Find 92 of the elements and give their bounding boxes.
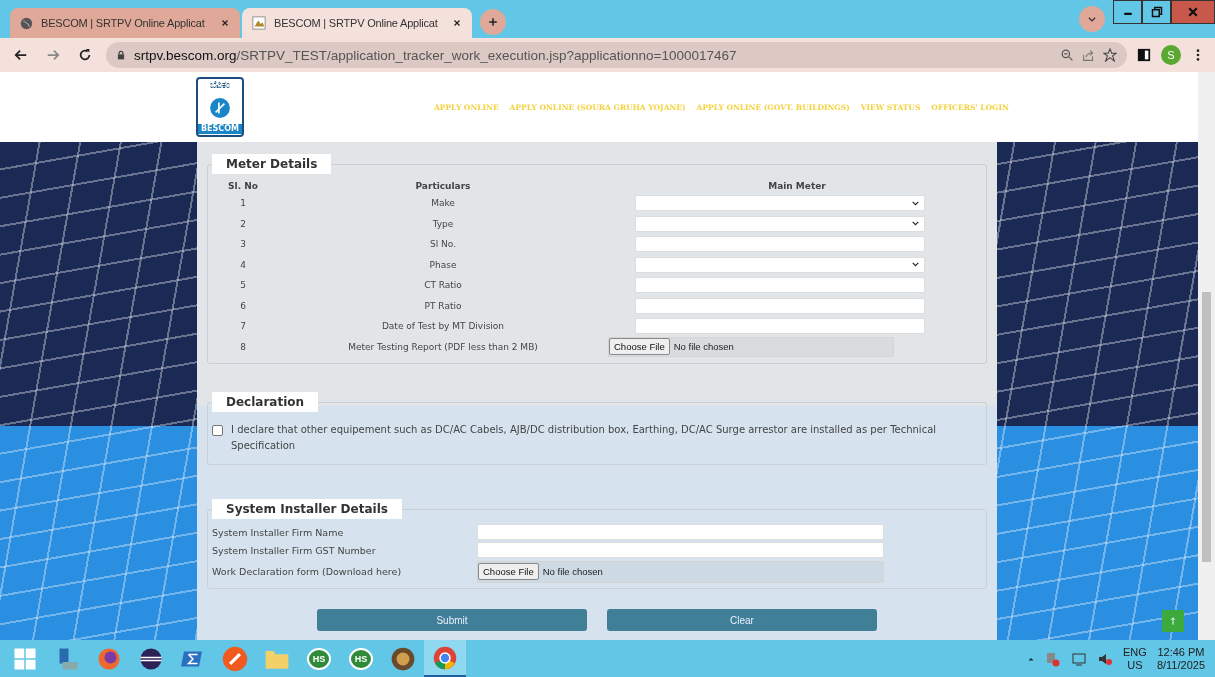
text-field[interactable] <box>635 297 925 314</box>
fox-globe-icon <box>97 646 121 671</box>
form-button[interactable]: Clear <box>607 609 877 631</box>
pen-icon <box>222 645 248 672</box>
round-browser-icon <box>433 645 457 670</box>
site-logo[interactable]: ಬೆವಿಕಂ BESCOM <box>196 77 244 137</box>
taskbar-app[interactable]: HS <box>340 640 382 677</box>
taskbar-app[interactable]: HS <box>298 640 340 677</box>
text-field[interactable] <box>635 236 925 253</box>
address-bar[interactable]: srtpv.bescom.org/SRTPV_TEST/application_tracker_work_execution.jsp?applicationno=1000017467 <box>106 42 1127 68</box>
particular-label: Type <box>432 218 454 229</box>
chevron-down-icon <box>1087 14 1097 24</box>
zoom-out-icon <box>1061 48 1074 62</box>
section-title: System Installer Details <box>212 499 402 519</box>
text-field[interactable] <box>635 318 925 335</box>
language-indicator[interactable]: ENG <box>1123 645 1147 659</box>
close-icon <box>1187 6 1199 18</box>
text-field[interactable] <box>477 524 884 540</box>
tab-search-button[interactable] <box>1079 6 1105 32</box>
forward-arrow-icon <box>46 48 60 62</box>
hs-app-icon: HS <box>307 647 331 670</box>
field-label: System Installer Firm GST Number <box>212 544 377 556</box>
gear-icon <box>390 645 416 672</box>
up-arrow-icon <box>1168 616 1178 626</box>
choose-file-button[interactable]: Choose File <box>609 338 670 356</box>
file-status: No file chosen <box>542 566 603 577</box>
windows-logo-icon <box>13 646 37 671</box>
row-number: 5 <box>240 280 246 291</box>
close-icon <box>220 18 230 28</box>
row-number: 6 <box>240 300 246 311</box>
field-label: System Installer Firm Name <box>212 526 345 538</box>
dropdown-field[interactable] <box>635 215 925 232</box>
lock-icon <box>116 50 126 60</box>
side-panel-icon <box>1137 48 1151 62</box>
row-number: 7 <box>240 321 246 332</box>
tab-title: BESCOM | SRTPV Online Applicat <box>41 17 206 29</box>
column-header: Particulars <box>414 180 472 193</box>
network-icon <box>1045 650 1062 667</box>
dark-sphere-icon <box>139 646 163 671</box>
column-header: Main Meter <box>767 180 827 193</box>
row-number: 4 <box>240 259 246 270</box>
dropdown-field[interactable] <box>635 195 925 212</box>
declaration-text: I declare that other equipement such as DC/AC Cabels, AJB/DC distribution box, Earthing, DC/AC Surge arrestor are installed as per Technical Specification <box>231 423 938 453</box>
b-emblem-icon <box>209 96 231 119</box>
particular-label: Date of Test by MT Division <box>381 321 505 332</box>
scrollbar[interactable] <box>1198 72 1215 640</box>
section-title: Meter Details <box>212 154 332 174</box>
star-icon <box>1103 48 1117 62</box>
plus-icon <box>487 16 499 28</box>
device-icon <box>1071 650 1088 667</box>
dropdown-field[interactable] <box>635 256 925 273</box>
particular-label: PT Ratio <box>424 300 462 311</box>
clock-time[interactable]: 12:46 PM <box>1157 645 1205 659</box>
new-tab-button[interactable] <box>480 9 506 35</box>
keyboard-region[interactable]: US <box>1127 658 1143 672</box>
section-title: Declaration <box>212 392 319 412</box>
chevron-down-icon <box>911 219 920 229</box>
hs-app-icon: HS <box>349 647 373 670</box>
file-status: No file chosen <box>673 341 734 353</box>
text-field[interactable] <box>635 277 925 294</box>
back-arrow-icon <box>14 48 28 62</box>
reload-icon <box>78 48 92 62</box>
row-number: 2 <box>240 218 246 229</box>
row-number: 1 <box>240 198 246 209</box>
field-label: Work Declaration form (Download here) <box>212 566 403 577</box>
browser-tab[interactable]: BESCOM | SRTPV Online Applicat <box>10 8 240 38</box>
form-button[interactable]: Submit <box>317 609 587 631</box>
restore-button[interactable] <box>1142 0 1171 24</box>
particular-label: Sl No. <box>430 239 456 250</box>
close-icon <box>452 18 462 28</box>
particular-label: Meter Testing Report (PDF less than 2 MB) <box>348 341 538 352</box>
row-number: 3 <box>240 239 246 250</box>
tab-title: BESCOM | SRTPV Online Applicat <box>274 17 439 29</box>
particular-label: CT Ratio <box>424 280 462 291</box>
close-button[interactable] <box>1171 0 1215 24</box>
particular-label: Phase <box>429 259 457 270</box>
share-icon <box>1082 48 1095 62</box>
clock-date[interactable]: 8/11/2025 <box>1156 658 1205 672</box>
globe-icon <box>20 16 33 30</box>
declaration-checkbox[interactable] <box>212 425 223 436</box>
choose-file-button[interactable]: Choose File <box>478 563 539 580</box>
image-favicon-icon <box>252 16 266 30</box>
browser-tab[interactable]: BESCOM | SRTPV Online Applicat <box>242 8 472 38</box>
text-field[interactable] <box>477 542 884 558</box>
chevron-down-icon <box>911 260 920 270</box>
url-text: srtpv.bescom.org/SRTPV_TEST/application_tracker_work_execution.jsp?applicationno=1000017467 <box>134 47 737 63</box>
scroll-to-top-button[interactable] <box>1162 610 1184 632</box>
particular-label: Make <box>431 198 455 209</box>
row-number: 8 <box>240 341 246 352</box>
restore-icon <box>1150 6 1163 18</box>
minimize-button[interactable] <box>1113 0 1142 24</box>
column-header: Sl. No <box>227 180 259 193</box>
